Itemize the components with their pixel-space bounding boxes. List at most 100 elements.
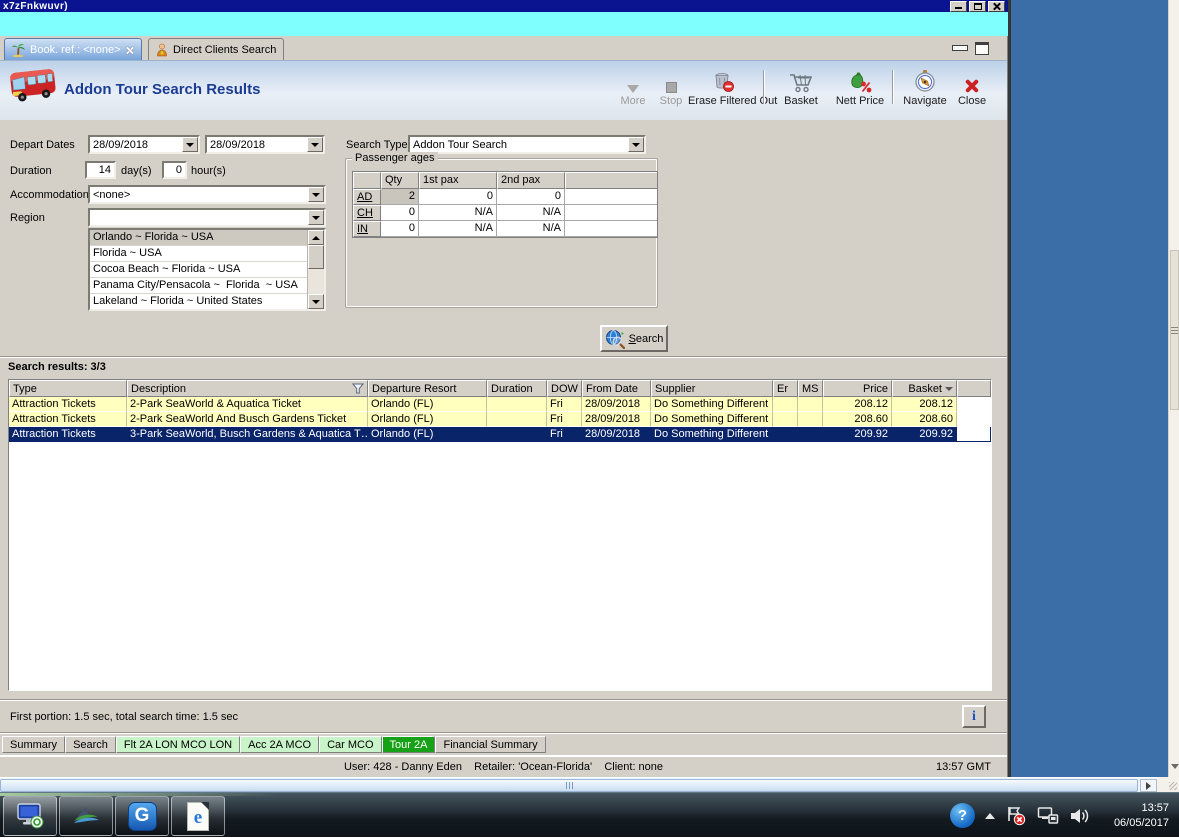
region-list-item[interactable]: Orlando ~ Florida ~ USA [90,230,324,246]
resize-grip-icon [1169,782,1177,790]
region-list-item[interactable]: Florida ~ USA [90,246,324,262]
tab-summary[interactable]: Summary [2,736,66,753]
col-ms[interactable]: MS [798,380,823,397]
scroll-right-button[interactable] [1140,779,1157,792]
col-type[interactable]: Type [9,380,127,397]
depart-date-from-combo[interactable]: 28/09/2018 [88,135,200,154]
screen-header: Addon Tour Search Results More Stop Eras… [0,60,1007,120]
taskbar-ie-document-button[interactable]: e [171,796,225,836]
pane-minimize-icon[interactable] [952,45,968,51]
clock-time: 13:57 [1141,801,1169,814]
app-statusbar: User: 428 - Danny Eden Retailer: 'Ocean-… [0,755,1007,777]
region-listbox[interactable]: Orlando ~ Florida ~ USA Florida ~ USA Co… [88,228,326,311]
result-row-selected[interactable]: Attraction Tickets 3-Park SeaWorld, Busc… [9,427,991,442]
scroll-down-button[interactable] [1169,758,1179,774]
taskbar-g-app-button[interactable]: G [115,796,169,836]
pax-row-infant[interactable]: IN 0 N/A N/A [353,221,657,237]
dropdown-arrow-icon[interactable] [308,210,324,225]
horizontal-scrollbar-thumb[interactable] [0,779,1138,792]
col-er[interactable]: Er [773,380,798,397]
accommodation-label: Accommodation [10,189,89,201]
col-supplier[interactable]: Supplier [651,380,773,397]
tab-booking-ref[interactable]: Book. ref.: <none> [4,38,142,60]
window-close-button[interactable] [988,0,1005,12]
scrollbar-thumb[interactable] [308,245,324,269]
navigate-button[interactable]: Navigate [900,68,950,107]
bus-icon [10,69,56,102]
speaker-icon[interactable] [1069,806,1091,826]
result-row[interactable]: Attraction Tickets 2-Park SeaWorld And B… [9,412,991,427]
hours-unit-label: hour(s) [191,165,226,177]
dropdown-arrow-icon[interactable] [182,137,198,152]
navigate-compass-icon [915,70,935,92]
desktop-background [1008,0,1168,777]
region-list-item[interactable]: Lakeland ~ Florida ~ United States [90,294,324,309]
pane-restore-icon[interactable] [975,42,989,55]
more-button: More [612,68,654,107]
region-list-item[interactable]: Cocoa Beach ~ Florida ~ USA [90,262,324,278]
col-description[interactable]: Description [127,380,368,397]
taskbar-app2-button[interactable] [59,796,113,836]
window-titlebar[interactable]: x7zFnkwuvr) [0,0,1008,12]
network-icon[interactable] [1037,806,1059,826]
col-from-date[interactable]: From Date [582,380,651,397]
tab-accommodation[interactable]: Acc 2A MCO [240,736,320,753]
accommodation-combo[interactable]: <none> [88,185,326,204]
depart-date-to-combo[interactable]: 28/09/2018 [205,135,325,154]
scroll-down-button[interactable] [308,294,324,309]
action-center-flag-icon[interactable] [1005,805,1027,827]
search-type-combo[interactable]: Addon Tour Search [408,135,646,154]
tab-financial-summary[interactable]: Financial Summary [435,736,546,753]
help-icon[interactable]: ? [950,803,975,828]
vertical-scrollbar-thumb[interactable] [1170,250,1179,410]
vertical-scrollbar[interactable] [1168,0,1179,777]
result-row[interactable]: Attraction Tickets 2-Park SeaWorld & Aqu… [9,397,991,412]
pax-row-adult[interactable]: AD 2 0 0 [353,189,657,205]
pax-row-child[interactable]: CH 0 N/A N/A [353,205,657,221]
window-minimize-button[interactable] [950,0,967,12]
taskbar-clock[interactable]: 13:57 06/05/2017 [1101,801,1173,831]
info-button[interactable]: i [962,705,986,728]
col-dow[interactable]: DOW [547,380,582,397]
erase-trash-icon [715,73,734,92]
dropdown-arrow-icon[interactable] [628,137,644,152]
tab-car[interactable]: Car MCO [319,736,382,753]
close-screen-button[interactable]: Close [952,68,992,107]
passenger-ages-title: Passenger ages [352,152,438,164]
nett-price-button[interactable]: Nett Price [832,68,888,107]
region-combo[interactable] [88,208,326,227]
tab-flight[interactable]: Flt 2A LON MCO LON [115,736,241,753]
close-icon [993,2,1001,10]
filter-funnel-icon[interactable] [352,383,364,394]
tab-close-icon[interactable] [126,46,134,54]
taskbar-remote-desktop-button[interactable] [3,796,57,836]
pax-col-blank [565,172,657,189]
search-globe-icon [605,329,625,349]
region-list-scrollbar[interactable] [307,230,324,309]
basket-button[interactable]: Basket [772,68,830,107]
gmt-clock: 13:57 GMT [935,761,991,773]
search-button[interactable]: Search [600,325,668,352]
window-maximize-button[interactable] [969,0,986,12]
resize-corner[interactable] [1157,777,1179,792]
tab-tour-selected[interactable]: Tour 2A [381,736,436,753]
tab-direct-clients-search[interactable]: Direct Clients Search [148,38,285,60]
passenger-ages-table[interactable]: Qty 1st pax 2nd pax AD 2 0 0 CH 0 N/A N/… [352,171,658,238]
right-arrow-icon [1146,781,1151,790]
dropdown-arrow-icon[interactable] [307,137,323,152]
col-duration[interactable]: Duration [487,380,547,397]
col-basket[interactable]: Basket [892,380,957,397]
results-table[interactable]: Type Description Departure Resort Durati… [8,379,992,691]
duration-hours-input[interactable]: 0 [162,161,187,179]
show-hidden-icons-arrow[interactable] [985,812,995,819]
search-type-label: Search Type [346,139,408,151]
erase-filtered-out-button[interactable]: Erase Filtered Out [688,68,777,107]
col-price[interactable]: Price [823,380,892,397]
col-departure-resort[interactable]: Departure Resort [368,380,487,397]
duration-days-input[interactable]: 14 [85,161,116,179]
scroll-up-button[interactable] [308,230,324,245]
region-list-item[interactable]: Panama City/Pensacola ~ Florida ~ USA [90,278,324,294]
horizontal-scrollbar[interactable] [0,777,1168,792]
tab-search[interactable]: Search [65,736,116,753]
dropdown-arrow-icon[interactable] [308,187,324,202]
